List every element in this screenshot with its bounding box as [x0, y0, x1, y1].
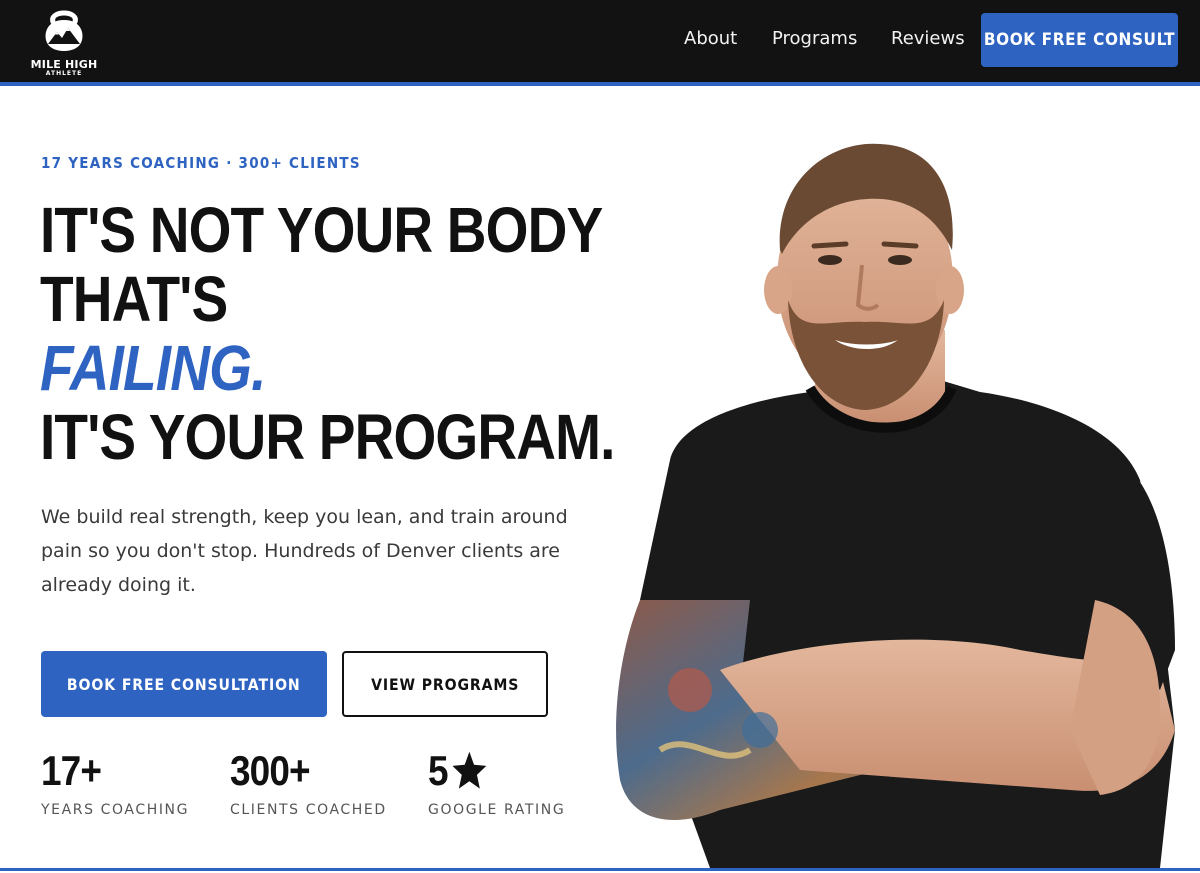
headline-accent: FAILING.	[40, 332, 266, 404]
rating-number: 5	[428, 747, 449, 794]
stat-value: 300+	[230, 747, 311, 794]
headline-line-4: IT'S YOUR PROGRAM.	[40, 401, 615, 473]
kettlebell-mountain-icon	[45, 10, 83, 51]
stat-value: 17+	[41, 747, 102, 794]
nav-accent-bar	[0, 82, 1200, 86]
brand-subname: ATHLETE	[45, 70, 83, 77]
hero-eyebrow: 17 YEARS COACHING · 300+ CLIENTS	[41, 154, 361, 172]
hero-headline: IT'S NOT YOUR BODY THAT'S FAILING. IT'S …	[40, 196, 615, 472]
stat-value-rating: 5	[428, 748, 549, 794]
top-nav: MILE HIGH ATHLETE About Programs Reviews…	[0, 0, 1200, 82]
stat-years: 17+ YEARS COACHING	[41, 747, 190, 819]
view-programs-label: VIEW PROGRAMS	[370, 674, 520, 694]
coach-portrait	[616, 143, 1175, 868]
nav-link-about[interactable]: About	[684, 28, 737, 49]
book-consultation-label: BOOK FREE CONSULTATION	[67, 674, 301, 694]
hero-body-text: We build real strength, keep you lean, a…	[41, 506, 568, 596]
stat-clients: 300+ CLIENTS COACHED	[230, 747, 387, 819]
headline-line-1: IT'S NOT YOUR BODY	[40, 194, 603, 266]
star-icon	[452, 751, 487, 789]
nav-link-reviews[interactable]: Reviews	[891, 28, 965, 49]
book-consult-nav-button[interactable]: BOOK FREE CONSULT	[981, 13, 1178, 67]
section-divider	[0, 868, 1200, 871]
book-consultation-button[interactable]: BOOK FREE CONSULTATION	[41, 651, 327, 717]
stat-rating: 5 GOOGLE RATING	[428, 748, 566, 819]
stat-label: YEARS COACHING	[41, 802, 190, 818]
nav-link-programs[interactable]: Programs	[772, 28, 857, 49]
stat-label: CLIENTS COACHED	[230, 802, 387, 818]
brand-logo[interactable]: MILE HIGH ATHLETE	[28, 6, 100, 77]
view-programs-button[interactable]: VIEW PROGRAMS	[342, 651, 548, 717]
headline-line-2: THAT'S	[40, 263, 228, 335]
stat-label: GOOGLE RATING	[428, 802, 566, 818]
